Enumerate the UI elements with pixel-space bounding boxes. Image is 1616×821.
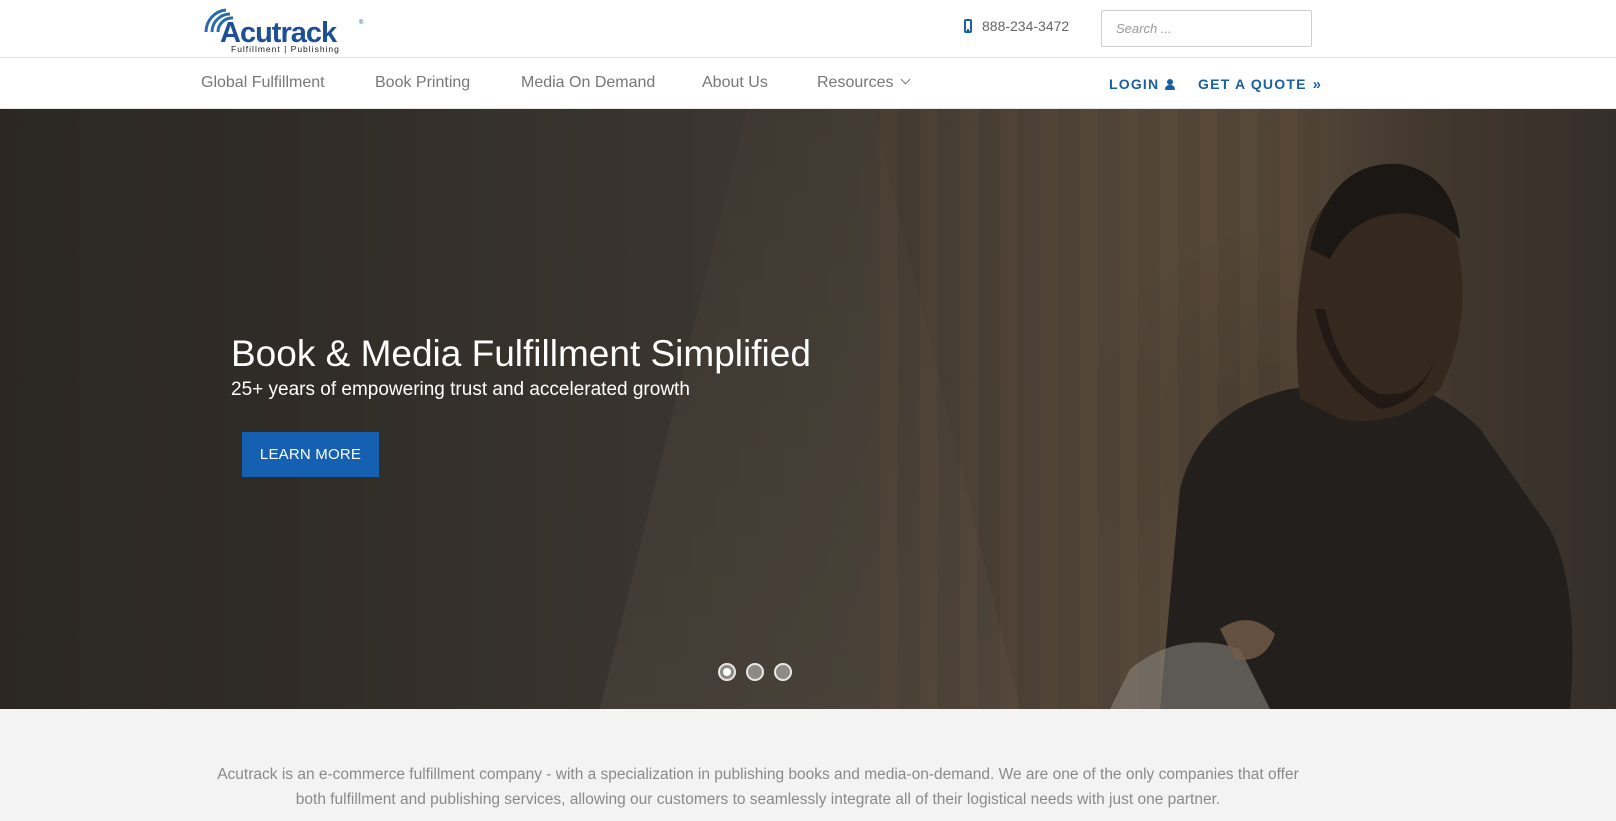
nav-label: Global Fulfillment (201, 74, 325, 91)
nav-item-about-us[interactable]: About Us (702, 74, 768, 92)
intro-section: Acutrack is an e-commerce fulfillment co… (0, 709, 1616, 821)
nav-item-book-printing[interactable]: Book Printing (375, 74, 470, 92)
user-icon (1165, 78, 1176, 90)
main-nav: Global Fulfillment Book Printing Media O… (0, 58, 1616, 109)
slider-dots (718, 663, 792, 681)
hero-overlay (0, 109, 1616, 709)
nav-item-global-fulfillment[interactable]: Global Fulfillment (201, 74, 325, 92)
login-label: LOGIN (1109, 76, 1160, 92)
hero-subtitle: 25+ years of empowering trust and accele… (231, 379, 690, 400)
double-chevron-right-icon: » (1312, 75, 1323, 93)
nav-label: Media On Demand (521, 74, 656, 91)
intro-text: Acutrack is an e-commerce fulfillment co… (217, 766, 1299, 808)
nav-item-resources[interactable]: Resources (817, 74, 911, 92)
get-a-quote-link[interactable]: GET A QUOTE » (1198, 76, 1322, 92)
mobile-phone-icon (964, 19, 972, 33)
hero-slider: Book & Media Fulfillment Simplified 25+ … (0, 109, 1616, 709)
nav-label: About Us (702, 74, 768, 91)
learn-more-button[interactable]: LEARN MORE (242, 432, 379, 477)
nav-label: Book Printing (375, 74, 471, 91)
login-link[interactable]: LOGIN (1109, 76, 1176, 92)
slider-dot-3[interactable] (774, 663, 792, 681)
phone-contact[interactable]: 888-234-3472 (964, 18, 1069, 34)
chevron-down-icon (901, 74, 911, 85)
nav-item-media-on-demand[interactable]: Media On Demand (521, 74, 655, 92)
acutrack-logo[interactable]: Acutrack ® Fulfillment | Publishing (202, 4, 364, 54)
top-header: Acutrack ® Fulfillment | Publishing 888-… (0, 0, 1616, 58)
slider-dot-2[interactable] (746, 663, 764, 681)
hero-title: Book & Media Fulfillment Simplified (231, 333, 811, 374)
slider-dot-1[interactable] (718, 663, 736, 681)
svg-text:Fulfillment | Publishing: Fulfillment | Publishing (231, 44, 340, 54)
get-a-quote-label: GET A QUOTE (1198, 76, 1307, 92)
search-input[interactable] (1101, 10, 1312, 47)
phone-number: 888-234-3472 (982, 18, 1070, 34)
nav-label: Resources (817, 74, 894, 91)
svg-text:®: ® (359, 19, 364, 26)
